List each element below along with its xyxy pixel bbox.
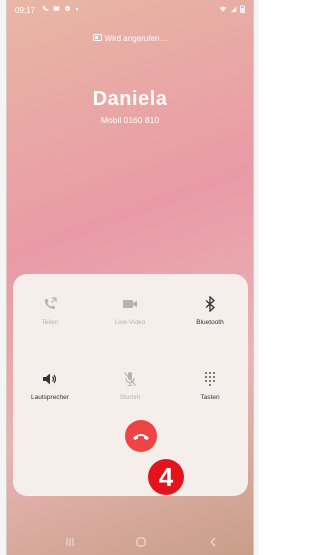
share-call-icon	[15, 294, 85, 314]
home-icon	[136, 537, 146, 547]
speaker-icon	[15, 369, 85, 389]
notification-icons	[42, 5, 79, 12]
speaker-button[interactable]: Lautsprecher	[15, 369, 85, 401]
dot-icon	[75, 7, 79, 10]
keypad-button[interactable]: Tasten	[175, 369, 245, 401]
live-video-button[interactable]: Live-Video	[95, 294, 165, 326]
system-icons	[219, 5, 245, 13]
share-button[interactable]: Teilen	[15, 294, 85, 326]
caller-number: Mobil 0160 810	[100, 115, 160, 125]
end-call-icon	[133, 433, 149, 440]
video-camera-icon	[95, 294, 165, 314]
status-time: 09:17	[15, 6, 36, 15]
keypad-label: Tasten	[200, 394, 220, 401]
keypad-icon	[175, 369, 245, 389]
call-status-text: Wird angerufen…	[104, 34, 168, 43]
wifi-icon	[219, 6, 227, 12]
share-label: Teilen	[41, 319, 59, 326]
recent-apps-button[interactable]	[65, 534, 75, 552]
call-status: Wird angerufen…	[7, 34, 253, 43]
navigation-bar	[7, 528, 253, 555]
step-number-badge: 4	[148, 459, 184, 495]
live-video-label: Live-Video	[114, 319, 146, 326]
home-button[interactable]	[136, 534, 146, 552]
settings-icon	[65, 6, 70, 11]
call-controls-panel: Teilen Live-Video Bluetooth Lautsprecher	[13, 274, 248, 496]
speaker-label: Lautsprecher	[31, 394, 69, 401]
bluetooth-label: Bluetooth	[196, 319, 224, 326]
mute-button[interactable]: Stumm	[95, 369, 165, 401]
caller-name: Daniela	[92, 88, 168, 110]
end-call-button[interactable]	[125, 420, 157, 452]
gallery-icon	[53, 6, 60, 11]
phone-frame: 09:17 Wird angerufen… Daniela Mobil 0160…	[0, 0, 259, 555]
back-button[interactable]	[208, 534, 218, 552]
mute-label: Stumm	[119, 394, 141, 401]
signal-icon	[230, 6, 237, 12]
status-bar: 09:17	[7, 0, 253, 20]
recent-apps-icon	[66, 538, 74, 546]
call-screen: 09:17 Wird angerufen… Daniela Mobil 0160…	[6, 0, 254, 555]
battery-icon	[240, 5, 245, 13]
back-icon	[210, 537, 216, 547]
sim-card-icon	[92, 34, 102, 43]
bluetooth-icon	[175, 294, 245, 314]
bluetooth-button[interactable]: Bluetooth	[175, 294, 245, 326]
phone-icon	[43, 5, 49, 11]
microphone-muted-icon	[95, 369, 165, 389]
